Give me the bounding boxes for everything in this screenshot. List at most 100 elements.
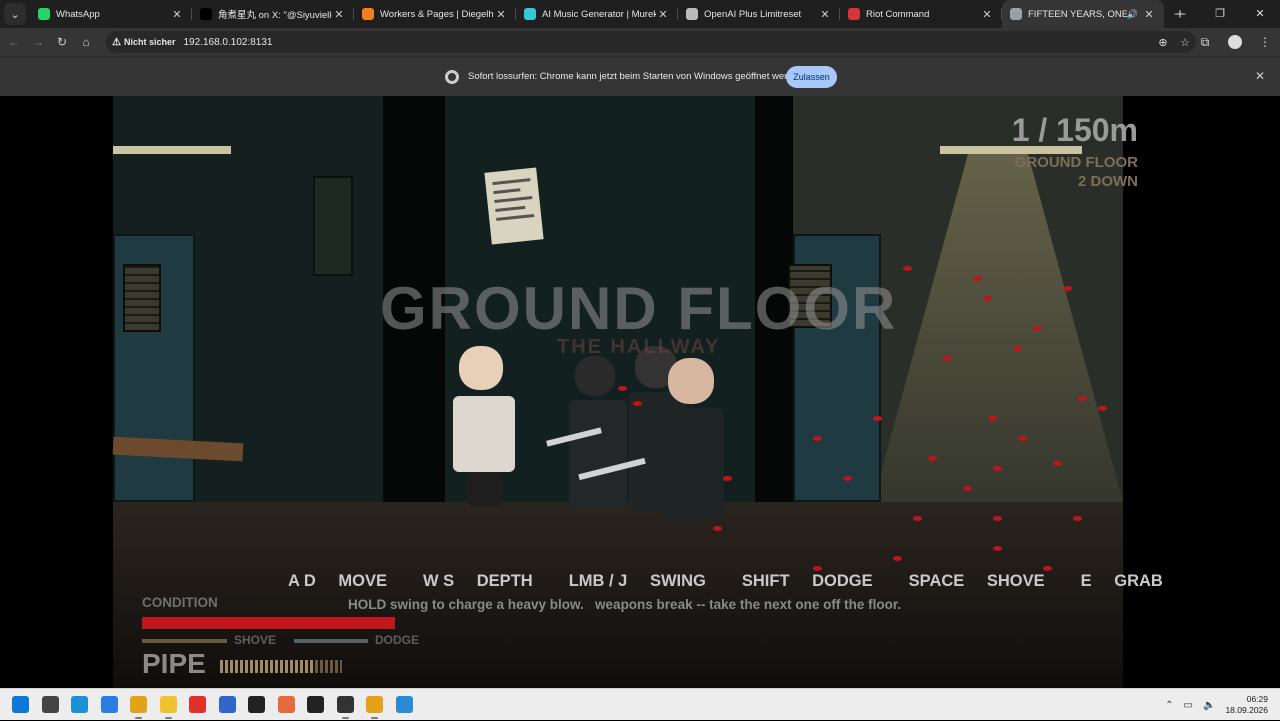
close-tab-icon[interactable]: ✕ [980,8,994,21]
windows-start-icon[interactable] [12,696,29,713]
blood-particle [943,356,952,361]
address-bar[interactable]: ⚠ Nicht sicher 192.168.0.102:8131 ⊕ ☆ [106,31,1196,53]
shove-cooldown-bar [142,639,227,643]
blood-particle [1018,436,1027,441]
menu-icon[interactable]: ⋮ [1250,35,1280,49]
clock[interactable]: 06:29 18.09.2026 [1225,694,1268,716]
restore-icon[interactable]: ❐ [1200,0,1240,28]
tab-5[interactable]: OpenAI Plus Limitreset ✕ [678,0,840,28]
blood-particle [1013,346,1022,351]
chrome-icon [445,70,459,84]
tab-7[interactable]: FIFTEEN YEARS, ONE CORRI🔊 ✕ [1002,0,1164,28]
distance-readout: 1 / 150m [1011,112,1138,148]
tab-title: Riot Command [866,8,930,20]
notice-paper [484,167,544,245]
network-icon[interactable]: ▭ [1184,700,1193,711]
edge-icon[interactable] [71,696,88,713]
floor-name-readout: GROUND FLOOR [1014,154,1138,171]
close-tab-icon[interactable]: ✕ [170,8,184,21]
notion-icon[interactable] [248,696,265,713]
close-tab-icon[interactable]: ✕ [332,8,346,21]
terminal-icon[interactable] [336,696,354,719]
tab-1[interactable]: WhatsApp ✕ [30,0,192,28]
tab-4[interactable]: AI Music Generator | Mureka ✕ [516,0,678,28]
file-explorer-icon[interactable] [159,696,177,719]
tab-title: Workers & Pages | Diegelholz@ [380,8,494,20]
infobar-message: Sofort lossurfen: Chrome kann jetzt beim… [468,71,806,82]
whatsapp-icon [38,8,50,20]
wall-panel [313,176,353,276]
url-text[interactable]: 192.168.0.102:8131 [184,37,273,48]
store-icon[interactable] [100,696,118,713]
close-tab-icon[interactable]: ✕ [1142,8,1156,21]
home-icon[interactable]: ⌂ [74,35,98,49]
volume-icon[interactable]: 🔈 [1203,700,1215,711]
security-chip[interactable]: ⚠ Nicht sicher [112,37,184,48]
blood-particle [993,466,1002,471]
browser-toolbar: ← → ↻ ⌂ ⚠ Nicht sicher 192.168.0.102:813… [0,28,1280,56]
close-infobar-icon[interactable]: ✕ [1255,69,1265,83]
close-window-icon[interactable]: ✕ [1240,0,1280,28]
condition-bar [142,617,395,629]
door-window [123,264,161,332]
window-controls: — ❐ ✕ [1160,0,1280,28]
chrome-icon[interactable] [366,696,383,719]
allow-button[interactable]: Zulassen [786,66,837,88]
back-icon[interactable]: ← [2,35,26,49]
blood-particle [1043,566,1052,571]
blood-particle [1078,396,1087,401]
blood-particle [993,546,1002,551]
chrome-icon[interactable] [130,696,147,719]
tab-6[interactable]: Riot Command ✕ [840,0,1002,28]
blood-particle [993,516,1002,521]
paint-icon[interactable] [395,696,413,713]
controls-legend: A D MOVE W S DEPTH LMB / J SWING SHIFT D… [288,572,1199,591]
reload-icon[interactable]: ↻ [50,35,74,49]
blood-particle [713,526,722,531]
chatgpt-icon[interactable] [307,696,324,713]
tab-2[interactable]: 角煮星丸 on X: "@Siyuvielle そう✕ [192,0,354,28]
youtube-music-icon[interactable] [189,696,206,713]
tab-strip: ⌄ WhatsApp✕角煮星丸 on X: "@Siyuvielle そう✕Wo… [0,0,1280,28]
game-canvas[interactable]: GROUND FLOOR THE HALLWAY 1 / 150m GROUND… [0,96,1280,688]
extensions-icon[interactable]: ⧉ [1190,35,1220,50]
speaker-icon[interactable]: 🔊 [1127,9,1138,20]
condition-bar-fill [142,617,395,629]
tab-title: WhatsApp [56,8,100,20]
tab-title: 角煮星丸 on X: "@Siyuvielle そう [218,10,332,21]
task-view-icon[interactable] [41,696,59,713]
blood-particle [1073,516,1082,521]
claude-icon[interactable] [277,696,295,713]
x-logo-icon [200,8,212,20]
security-label: Nicht sicher [123,37,176,47]
tab-title: OpenAI Plus Limitreset [704,8,802,20]
close-tab-icon[interactable]: ✕ [494,8,508,21]
powershell-icon[interactable] [218,696,236,713]
tray-overflow-icon[interactable]: ⌃ [1165,700,1173,711]
minimize-icon[interactable]: — [1160,0,1200,28]
tab-search-button[interactable]: ⌄ [4,3,26,25]
tab-list: WhatsApp✕角煮星丸 on X: "@Siyuvielle そう✕Work… [30,0,1164,28]
control-grab: E GRAB [1080,572,1163,590]
gameplay-hint: HOLD swing to charge a heavy blow. weapo… [348,597,902,612]
clock-date: 18.09.2026 [1225,705,1268,715]
profile-avatar[interactable] [1228,35,1242,49]
blood-particle [988,416,997,421]
control-dodge: SHIFT DODGE [741,572,873,590]
blood-particle [973,276,982,281]
globe-icon [1010,8,1022,20]
blood-particle [928,456,937,461]
dodge-cooldown-bar [294,639,368,643]
close-tab-icon[interactable]: ✕ [818,8,832,21]
infobar: Sofort lossurfen: Chrome kann jetzt beim… [0,56,1280,96]
blood-particle [893,556,902,561]
zoom-icon[interactable]: ⊕ [1152,36,1174,49]
control-depth: W S DEPTH [423,572,533,590]
forward-icon[interactable]: → [26,35,50,49]
tab-3[interactable]: Workers & Pages | Diegelholz@✕ [354,0,516,28]
condition-label: CONDITION [142,595,218,610]
blood-particle [1053,461,1062,466]
blood-particle [903,266,912,271]
close-tab-icon[interactable]: ✕ [656,8,670,21]
blood-particle [1033,326,1042,331]
